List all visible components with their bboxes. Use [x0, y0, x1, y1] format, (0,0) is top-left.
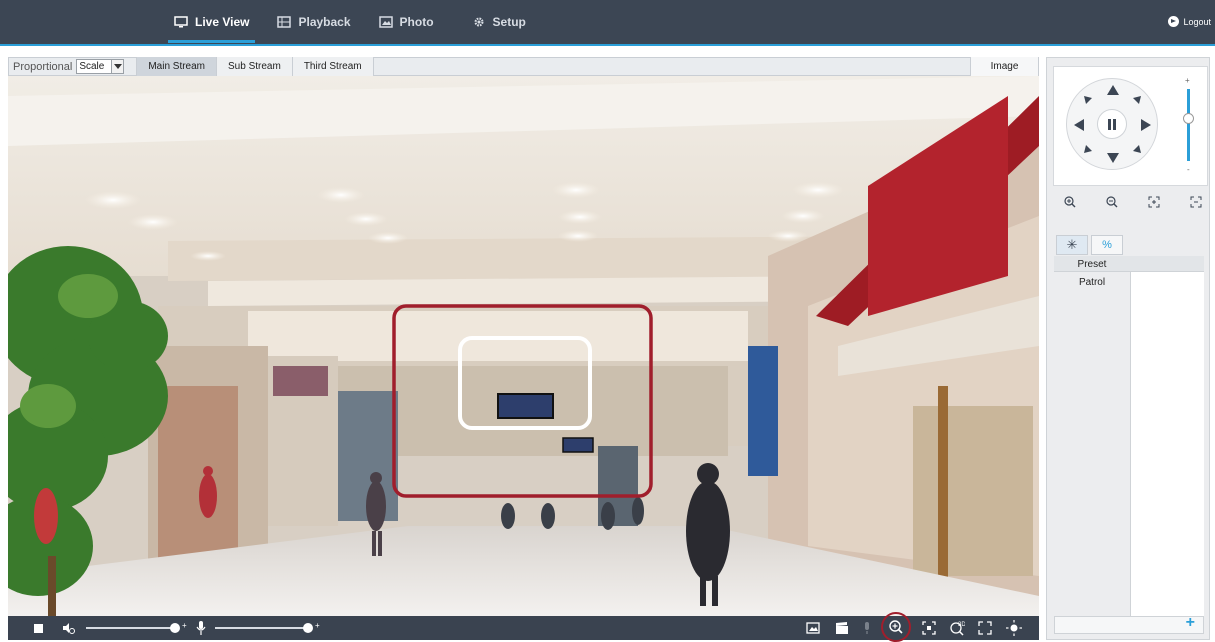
snapshot-button[interactable] — [805, 620, 821, 636]
tab-setup[interactable]: Setup — [458, 0, 540, 44]
film-icon — [277, 16, 292, 28]
ptz-right-arrow-icon[interactable] — [1139, 118, 1153, 132]
speed-minus-label: - — [1187, 165, 1190, 174]
area-focus-button[interactable] — [921, 620, 937, 636]
patrol-icon: % — [1102, 239, 1112, 251]
tab-playback[interactable]: Playback — [263, 0, 364, 44]
area-focus-icon — [922, 621, 936, 635]
list-right-column — [1130, 256, 1204, 616]
digital-zoom-button[interactable] — [881, 612, 911, 642]
photo-icon — [378, 16, 393, 28]
zoom-out-button[interactable] — [1103, 194, 1121, 210]
main-nav: Live View Playback Photo Setup — [160, 0, 540, 44]
focus-far-button[interactable] — [1187, 194, 1205, 210]
svg-text:3D: 3D — [958, 622, 965, 628]
stop-icon — [33, 623, 43, 633]
mic-slider-track[interactable] — [215, 627, 309, 629]
ptz-up-left-arrow-icon[interactable] — [1081, 93, 1095, 107]
scale-value: Scale — [79, 61, 105, 72]
ptz-up-arrow-icon[interactable] — [1106, 83, 1120, 97]
volume-plus-icon: + — [182, 621, 187, 630]
3d-zoom-icon: 3D — [950, 622, 965, 636]
top-nav-bar: Live View Playback Photo Setup Logout — [0, 0, 1215, 46]
add-strip: + — [1054, 614, 1204, 634]
microphone-disabled-icon — [865, 622, 869, 634]
image-button[interactable]: Image — [970, 57, 1038, 76]
microphone-toggle[interactable] — [194, 620, 208, 636]
microphone-icon — [196, 621, 206, 635]
tab-patrol[interactable]: % — [1091, 235, 1123, 255]
tab-label: Setup — [492, 15, 526, 29]
talk-button[interactable] — [861, 620, 873, 636]
preset-patrol-list: Preset Patrol — [1054, 256, 1204, 616]
video-control-bar: + + 3D — [8, 612, 1039, 642]
tab-label: Photo — [399, 15, 434, 29]
list-left-column — [1054, 256, 1130, 616]
live-video-view[interactable] — [8, 76, 1039, 616]
chevron-down-icon — [111, 60, 124, 73]
ptz-down-left-arrow-icon[interactable] — [1081, 142, 1095, 156]
volume-slider-knob[interactable] — [170, 623, 180, 633]
add-button[interactable]: + — [1186, 614, 1195, 632]
focus-near-button[interactable] — [1145, 194, 1163, 210]
sub-stream-button[interactable]: Sub Stream — [216, 57, 292, 76]
mall-video-frame — [8, 76, 1039, 616]
ptz-down-right-arrow-icon[interactable] — [1130, 142, 1144, 156]
mic-plus-icon: + — [315, 621, 320, 630]
display-mode-label: Proportional — [13, 60, 73, 73]
audio-toggle[interactable] — [60, 620, 76, 636]
fullscreen-icon — [978, 621, 992, 635]
mic-slider-knob[interactable] — [303, 623, 313, 633]
light-control-button[interactable] — [1005, 620, 1023, 636]
ptz-up-right-arrow-icon[interactable] — [1130, 93, 1144, 107]
speed-plus-label: + — [1185, 76, 1190, 85]
stream-toolbar: Proportional Scale Main Stream Sub Strea… — [8, 57, 1039, 76]
ptz-down-arrow-icon[interactable] — [1106, 151, 1120, 165]
logout-icon — [1168, 16, 1180, 27]
stop-button[interactable] — [32, 620, 44, 636]
third-stream-button[interactable]: Third Stream — [291, 57, 374, 76]
ptz-pause-button[interactable] — [1097, 109, 1127, 139]
logout-button[interactable]: Logout — [1168, 16, 1211, 27]
clapper-icon — [836, 622, 848, 634]
ptz-zoom-focus-row — [1061, 194, 1205, 210]
list-item-preset[interactable]: Preset — [1054, 256, 1130, 272]
speaker-mute-icon — [63, 623, 75, 634]
focus-far-icon — [1190, 196, 1202, 208]
preset-star-icon: ✳ — [1066, 237, 1078, 252]
tab-label: Live View — [195, 15, 250, 29]
ptz-joystick — [1066, 78, 1158, 170]
ptz-speed-slider[interactable] — [1187, 89, 1190, 161]
snapshot-icon — [806, 622, 820, 634]
scale-select[interactable]: Scale — [76, 59, 125, 74]
ptz-left-arrow-icon[interactable] — [1072, 118, 1086, 132]
tab-live-view[interactable]: Live View — [160, 0, 263, 44]
zoom-out-icon — [1106, 196, 1118, 208]
tab-preset[interactable]: ✳ — [1056, 235, 1088, 255]
focus-near-icon — [1148, 196, 1160, 208]
pause-icon — [1108, 118, 1111, 130]
tab-photo[interactable]: Photo — [365, 0, 448, 44]
list-item-patrol[interactable]: Patrol — [1054, 274, 1130, 290]
zoom-in-icon — [1064, 196, 1076, 208]
ptz-tabs: ✳ % — [1056, 235, 1123, 255]
volume-slider-track[interactable] — [86, 627, 176, 629]
digital-zoom-icon — [889, 620, 903, 634]
fullscreen-button[interactable] — [977, 620, 993, 636]
tab-label: Playback — [298, 15, 351, 29]
monitor-icon — [174, 16, 188, 28]
light-icon — [1006, 620, 1022, 636]
ptz-control-box: + - — [1053, 66, 1208, 186]
ptz-speed-knob[interactable] — [1183, 113, 1194, 124]
3d-positioning-button[interactable]: 3D — [948, 620, 966, 636]
gear-icon — [474, 17, 484, 27]
main-stream-button[interactable]: Main Stream — [136, 57, 217, 76]
record-button[interactable] — [834, 620, 850, 636]
zoom-in-button[interactable] — [1061, 194, 1079, 210]
logout-label: Logout — [1183, 16, 1211, 27]
